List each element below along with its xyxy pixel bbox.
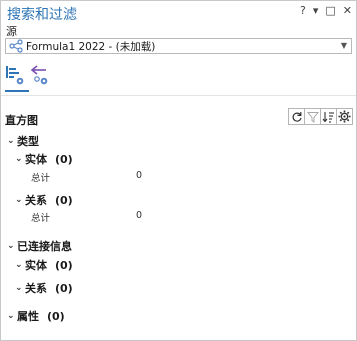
options-menu-icon[interactable]: ▾: [313, 4, 319, 18]
help-icon[interactable]: ?: [300, 4, 306, 18]
search-filter-pane: 搜索和过滤 ? ▾ □ ✕ 源 Formula1 2022 - (未加载) ▼: [0, 0, 357, 341]
tree-node-label: 实体: [25, 153, 47, 166]
pin-icon[interactable]: □: [325, 4, 335, 18]
chevron-down-icon[interactable]: ⌄: [15, 260, 25, 270]
tree-node-count: (0): [55, 152, 73, 166]
tree-node-count: (0): [55, 258, 73, 272]
sort-button[interactable]: [320, 108, 337, 125]
tree-node-label: 关系: [25, 282, 47, 295]
histogram-toolbar: [288, 108, 353, 125]
chevron-down-icon[interactable]: ⌄: [15, 283, 25, 293]
source-select-value: Formula1 2022 - (未加载): [26, 40, 156, 53]
gear-icon: [338, 110, 351, 123]
filter-button[interactable]: [304, 108, 321, 125]
stat-value: 0: [136, 170, 143, 181]
close-icon[interactable]: ✕: [343, 4, 352, 18]
histogram-title: 直方图: [5, 114, 38, 127]
network-icon: [9, 39, 23, 53]
tree-node-properties[interactable]: ⌄ 属性 (0): [7, 308, 65, 324]
stat-label: 总计: [31, 173, 51, 184]
tree-node-count: (0): [55, 281, 73, 295]
chevron-down-icon[interactable]: ⌄: [15, 154, 25, 164]
chevron-down-icon[interactable]: ⌄: [7, 241, 17, 251]
tree-node-connected-info[interactable]: ⌄ 已连接信息: [7, 238, 72, 254]
tree-node-connected-entities[interactable]: ⌄ 实体 (0): [15, 257, 73, 273]
tree-node-label: 已连接信息: [17, 240, 72, 253]
histogram-filter-icon: [6, 66, 24, 85]
pane-title: 搜索和过滤: [7, 7, 77, 23]
tree-node-label: 类型: [17, 135, 39, 148]
view-tabs: [5, 63, 53, 93]
source-select[interactable]: Formula1 2022 - (未加载) ▼: [5, 38, 352, 54]
tab-divider: [1, 95, 356, 96]
tree-node-count: (0): [47, 309, 65, 323]
chevron-down-icon[interactable]: ⌄: [7, 136, 17, 146]
pane-titlebar: 搜索和过滤 ? ▾ □ ✕: [1, 1, 356, 23]
tree-node-label: 实体: [25, 259, 47, 272]
tree-node-label: 属性: [17, 310, 39, 323]
titlebar-controls: ? ▾ □ ✕: [300, 4, 352, 18]
refresh-button[interactable]: [288, 108, 305, 125]
tree-node-count: (0): [55, 193, 73, 207]
sort-icon: [322, 111, 334, 123]
tree-node-types[interactable]: ⌄ 类型: [7, 133, 39, 149]
tab-find-connected[interactable]: [29, 63, 53, 89]
tree-node-label: 关系: [25, 194, 47, 207]
stat-value: 0: [136, 210, 143, 221]
refresh-icon: [292, 111, 302, 122]
filter-icon: [306, 111, 319, 123]
chevron-down-icon[interactable]: ⌄: [15, 195, 25, 205]
settings-button[interactable]: [336, 108, 353, 125]
tree-node-connected-relationships[interactable]: ⌄ 关系 (0): [15, 280, 73, 296]
stat-label: 总计: [31, 213, 51, 224]
tree-node-relationships[interactable]: ⌄ 关系 (0): [15, 192, 73, 208]
connected-search-icon: [30, 65, 48, 85]
source-label: 源: [6, 25, 17, 38]
chevron-down-icon[interactable]: ⌄: [7, 311, 17, 321]
chevron-down-icon[interactable]: ▼: [341, 41, 347, 50]
tree-node-entities[interactable]: ⌄ 实体 (0): [15, 151, 73, 167]
tab-histogram[interactable]: [5, 63, 29, 92]
